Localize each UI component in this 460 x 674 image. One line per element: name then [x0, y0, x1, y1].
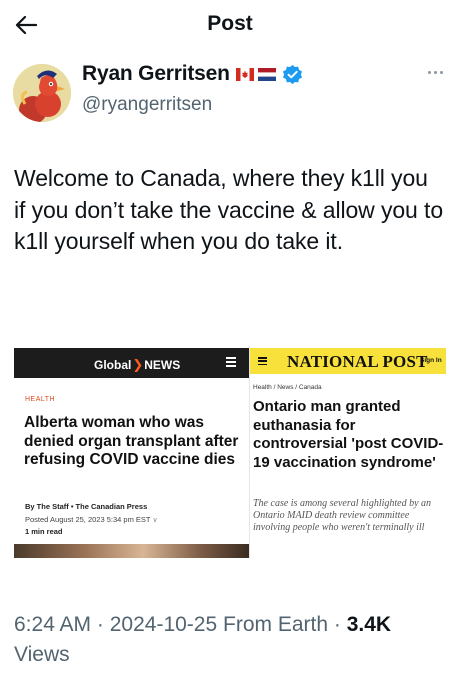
- article-headline: Ontario man granted euthanasia for contr…: [253, 398, 444, 471]
- global-news-screenshot: Global ❯ NEWS HEALTH Alberta woman who w…: [14, 346, 249, 558]
- chevron-right-icon: ❯: [132, 357, 144, 372]
- article-read-time: 1 min read: [25, 527, 63, 536]
- national-post-logo: NATIONAL POST: [287, 352, 428, 371]
- author-name-row: Ryan Gerritsen: [82, 62, 303, 86]
- verified-badge-icon[interactable]: [282, 64, 303, 85]
- post-meta: 6:24 AM · 2024-10-25 From Earth · 3.4K Vi…: [14, 613, 392, 666]
- avatar-image: [13, 64, 71, 122]
- post-time[interactable]: 6:24 AM: [14, 613, 91, 636]
- article-headline: Alberta woman who was denied organ trans…: [24, 414, 239, 468]
- top-bar: Post: [0, 0, 460, 50]
- article-kicker: HEALTH: [25, 396, 56, 403]
- global-news-logo: Global ❯ NEWS: [94, 357, 180, 373]
- page-title: Post: [207, 12, 253, 35]
- sign-in-link: Sign In: [420, 357, 442, 364]
- more-icon-dot: [433, 70, 437, 74]
- tweet-text: Welcome to Canada, where they k1ll you i…: [14, 165, 444, 254]
- more-icon-dot: [427, 70, 431, 74]
- views-label: Views: [14, 643, 70, 666]
- article-date: Posted August 25, 2023 5:34 pm EST ∨: [25, 515, 158, 524]
- article-breadcrumbs: Health / News / Canada: [253, 384, 322, 391]
- avatar[interactable]: [13, 64, 71, 122]
- article-photo: [14, 544, 249, 558]
- hamburger-menu-icon: [226, 357, 236, 367]
- author-handle[interactable]: @ryangerritsen: [82, 94, 212, 116]
- national-post-header-bar: NATIONAL POST Sign In: [250, 348, 446, 374]
- article-byline: By The Staff • The Canadian Press: [25, 502, 148, 511]
- global-news-logo-text-2: NEWS: [144, 358, 181, 372]
- chevron-down-icon: ∨: [152, 517, 158, 524]
- article-date-text: Posted August 25, 2023 5:34 pm EST: [25, 515, 151, 524]
- article-deck: The case is among several highlighted by…: [253, 498, 432, 533]
- more-options-button[interactable]: [422, 62, 448, 82]
- canada-flag-icon: [235, 67, 254, 81]
- tweet-media-image[interactable]: Global ❯ NEWS HEALTH Alberta woman who w…: [14, 346, 446, 558]
- netherlands-flag-icon: [257, 67, 276, 81]
- global-news-logo-text: Global: [94, 358, 132, 372]
- post-date[interactable]: 2024-10-25: [110, 613, 217, 636]
- national-post-screenshot: NATIONAL POST Sign In Health / News / Ca…: [249, 346, 446, 558]
- display-name[interactable]: Ryan Gerritsen: [82, 62, 230, 86]
- post-source: From Earth: [223, 613, 329, 636]
- global-news-header-bar: Global ❯ NEWS: [14, 348, 249, 378]
- views-count: 3.4K: [346, 613, 392, 636]
- hamburger-menu-icon: [258, 357, 267, 366]
- more-icon-dot: [439, 70, 443, 74]
